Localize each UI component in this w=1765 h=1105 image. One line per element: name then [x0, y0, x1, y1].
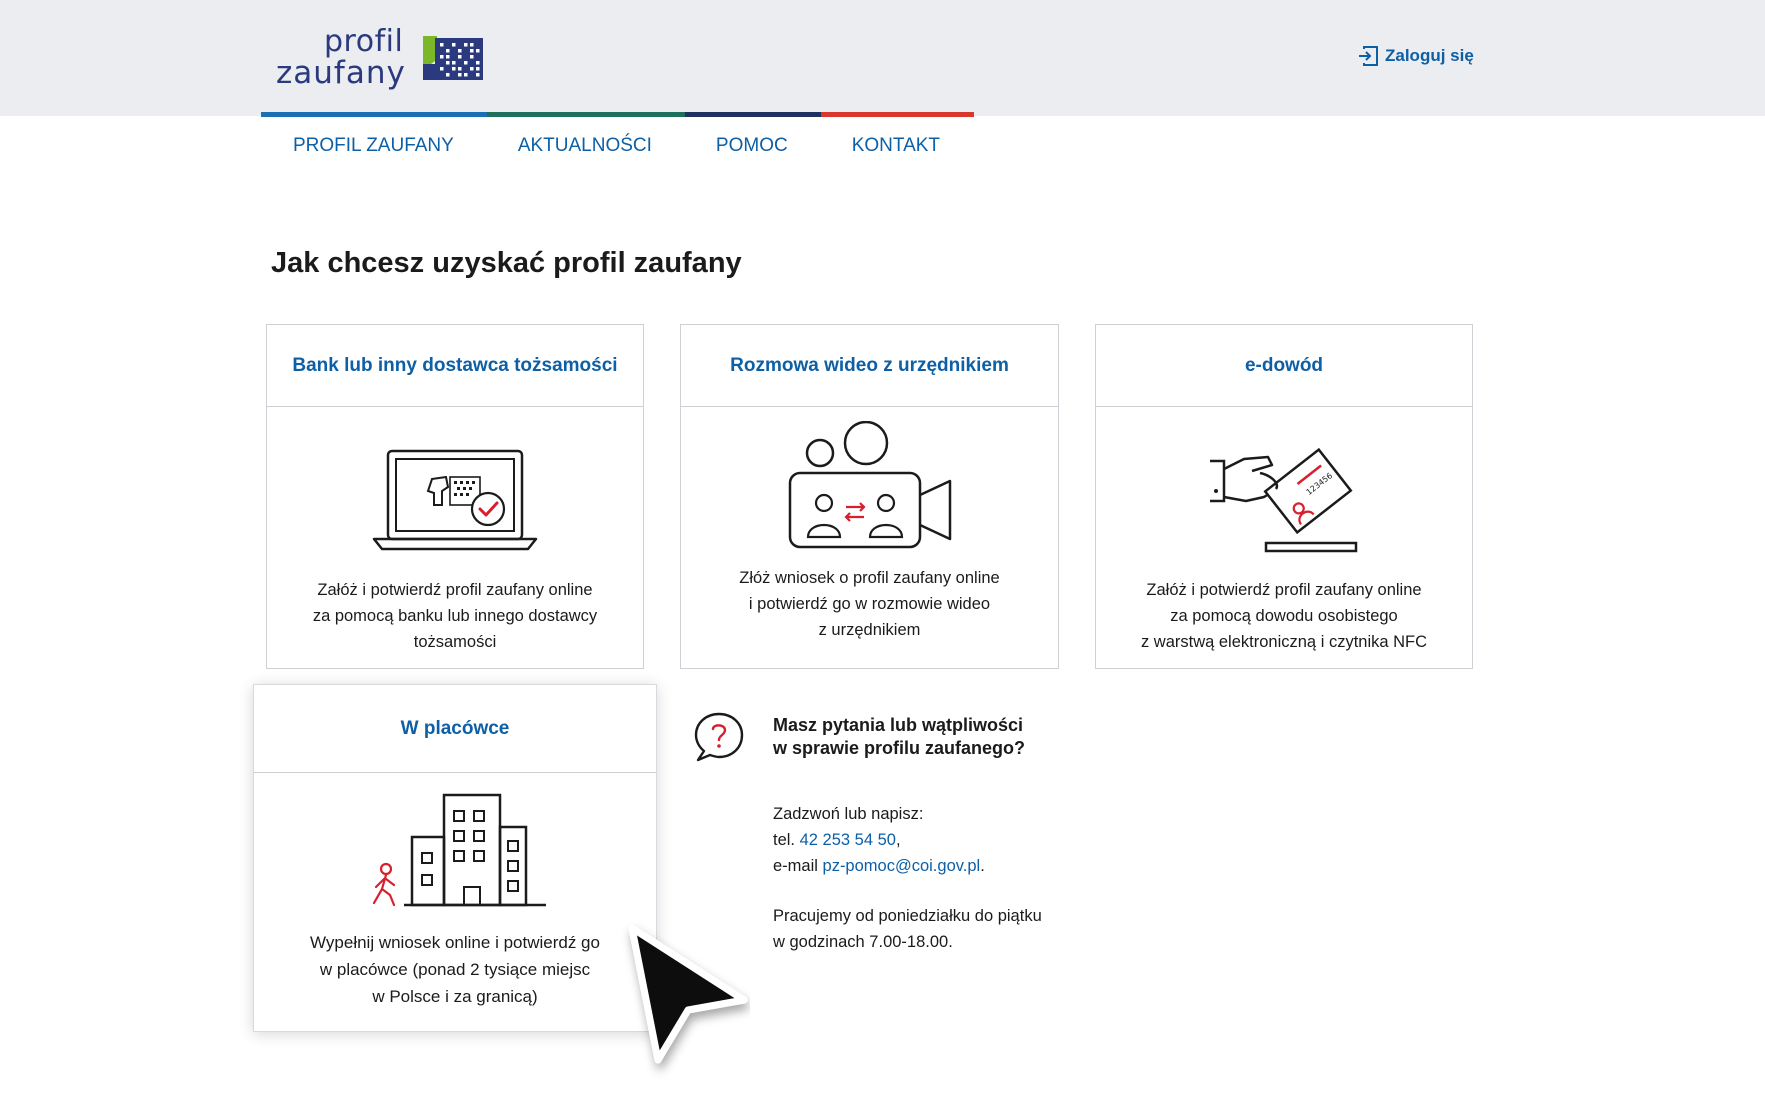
- logo-line-1: profil: [324, 24, 404, 59]
- card-title[interactable]: e-dowód: [1096, 325, 1472, 407]
- email-suffix: .: [980, 857, 985, 875]
- nav-item-kontakt[interactable]: KONTAKT: [820, 117, 972, 175]
- card-body: Załóż i potwierdź profil zaufany online …: [267, 447, 643, 655]
- id-card-reader-icon: 123456: [1210, 447, 1358, 553]
- nav-item-pomoc[interactable]: POMOC: [684, 117, 820, 175]
- option-card-e-dowod[interactable]: e-dowód 123456 Załóż i potwierdź profil …: [1095, 324, 1473, 669]
- contact-email-line: e-mail pz-pomoc@coi.gov.pl.: [773, 853, 1093, 879]
- card-description: Załóż i potwierdź profil zaufany online …: [267, 577, 643, 655]
- card-description-line: Załóż i potwierdź profil zaufany online: [317, 581, 593, 599]
- question-bubble-icon: [694, 712, 744, 762]
- login-icon: [1359, 46, 1378, 66]
- nav-item-profil-zaufany[interactable]: PROFIL ZAUFANY: [261, 117, 486, 175]
- email-prefix: e-mail: [773, 857, 823, 875]
- contact-intro: Zadzwoń lub napisz:: [773, 805, 924, 823]
- logo-mark-icon: [423, 36, 483, 80]
- help-title-line: Masz pytania lub wątpliwości: [773, 715, 1024, 735]
- video-call-icon: [788, 421, 951, 549]
- card-description-line: Wypełnij wniosek online i potwierdź go: [310, 933, 600, 952]
- working-hours-line: Pracujemy od poniedziałku do piątku: [773, 907, 1042, 925]
- phone-link[interactable]: 42 253 54 50: [800, 831, 896, 849]
- card-description-line: za pomocą dowodu osobistego: [1170, 607, 1398, 625]
- card-description-line: w Polsce i za granicą): [372, 987, 538, 1006]
- phone-prefix: tel.: [773, 831, 800, 849]
- top-bar: profil zaufany Zaloguj się: [0, 0, 1765, 116]
- profil-zaufany-logo[interactable]: profil zaufany: [276, 24, 488, 92]
- mouse-cursor-icon: [628, 924, 748, 1064]
- main-nav: PROFIL ZAUFANY AKTUALNOŚCI POMOC KONTAKT: [261, 117, 972, 175]
- working-hours-line: w godzinach 7.00-18.00.: [773, 933, 953, 951]
- nav-item-aktualnosci[interactable]: AKTUALNOŚCI: [486, 117, 684, 175]
- option-card-bank[interactable]: Bank lub inny dostawca tożsamości Załóż …: [266, 324, 644, 669]
- card-description-line: w placówce (ponad 2 tysiące miejsc: [319, 960, 591, 979]
- card-description-line: za pomocą banku lub innego dostawcy: [312, 607, 598, 625]
- help-contact: Zadzwoń lub napisz: tel. 42 253 54 50, e…: [773, 801, 1093, 955]
- card-body: Złóż wniosek o profil zaufany online i p…: [681, 421, 1058, 643]
- option-card-w-placowce[interactable]: W placówce Wypełnij wniosek online i pot…: [253, 684, 657, 1032]
- card-description: Załóż i potwierdź profil zaufany online …: [1096, 577, 1472, 655]
- logo-wordmark: profil zaufany: [276, 24, 416, 92]
- card-title[interactable]: Bank lub inny dostawca tożsamości: [267, 325, 643, 407]
- card-description-line: Złóż wniosek o profil zaufany online: [739, 569, 1000, 587]
- card-description-line: Załóż i potwierdź profil zaufany online: [1146, 581, 1422, 599]
- card-description-line: tożsamości: [413, 633, 497, 651]
- card-description-line: z warstwą elektroniczną i czytnika NFC: [1140, 633, 1428, 651]
- building-icon: [372, 793, 546, 907]
- phone-suffix: ,: [895, 831, 901, 849]
- email-link[interactable]: pz-pomoc@coi.gov.pl: [823, 857, 981, 875]
- login-button[interactable]: Zaloguj się: [1357, 44, 1474, 68]
- card-title[interactable]: W placówce: [254, 685, 656, 773]
- contact-phone-line: tel. 42 253 54 50,: [773, 827, 1093, 853]
- card-description-line: z urzędnikiem: [818, 621, 921, 639]
- logo-line-2: zaufany: [276, 55, 406, 91]
- card-body: 123456 Załóż i potwierdź profil zaufany …: [1096, 447, 1472, 655]
- card-title[interactable]: Rozmowa wideo z urzędnikiem: [681, 325, 1058, 407]
- card-body: Wypełnij wniosek online i potwierdź go w…: [254, 791, 656, 1010]
- option-card-video[interactable]: Rozmowa wideo z urzędnikiem Złóż wniosek…: [680, 324, 1059, 669]
- page-title: Jak chcesz uzyskać profil zaufany: [271, 247, 742, 279]
- login-label: Zaloguj się: [1385, 46, 1474, 65]
- laptop-verification-icon: [372, 449, 538, 551]
- card-description-line: i potwierdź go w rozmowie wideo: [748, 595, 991, 613]
- card-description: Złóż wniosek o profil zaufany online i p…: [681, 565, 1058, 643]
- help-title-line: w sprawie profilu zaufanego?: [773, 738, 1026, 758]
- help-title: Masz pytania lub wątpliwości w sprawie p…: [773, 714, 1093, 760]
- card-description: Wypełnij wniosek online i potwierdź go w…: [254, 929, 656, 1010]
